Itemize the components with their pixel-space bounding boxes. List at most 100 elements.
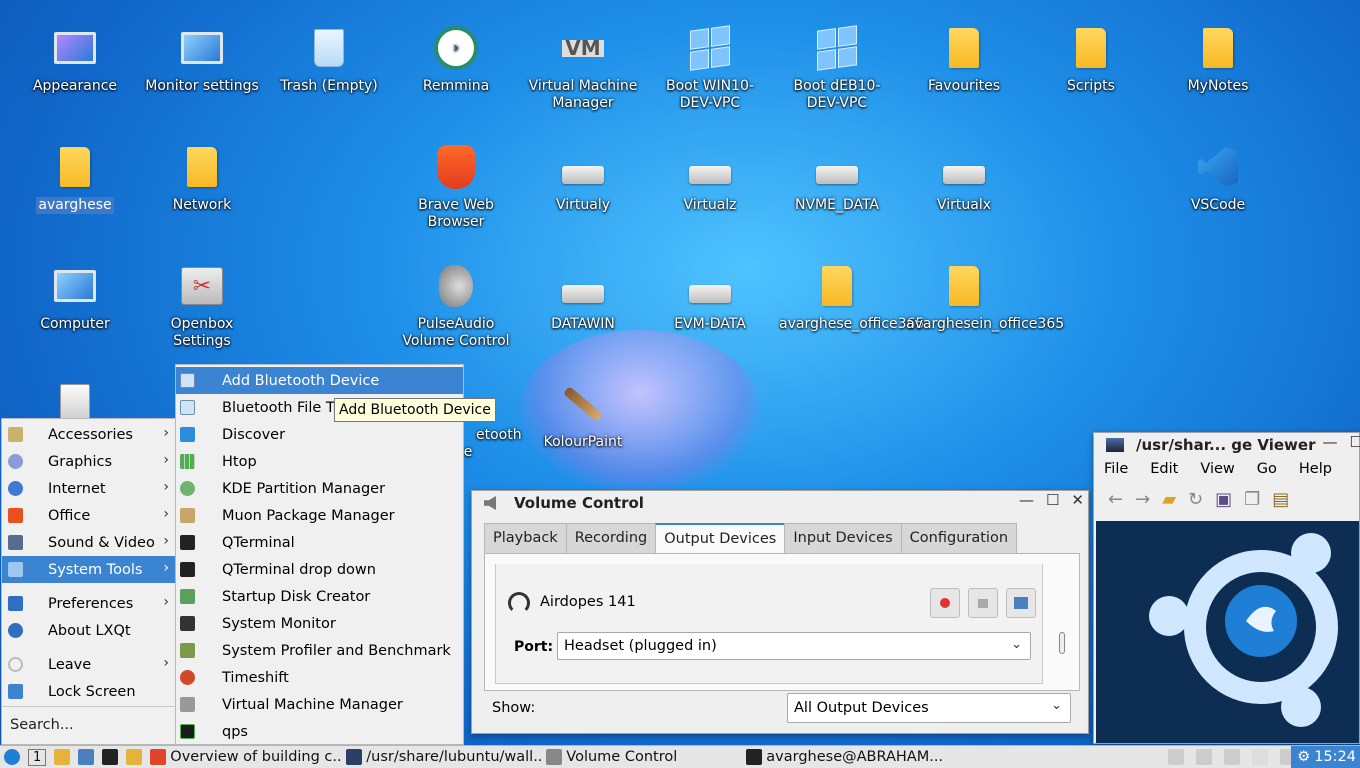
- desktop-icon-home[interactable]: avarghese: [15, 143, 135, 214]
- menu-office[interactable]: Office ›: [2, 502, 175, 529]
- menu-help[interactable]: Help: [1299, 461, 1332, 477]
- desktop-icon-boot-deb10[interactable]: Boot dEB10-DEV-VPC: [777, 24, 897, 112]
- task-brave[interactable]: Overview of building c...: [146, 746, 342, 768]
- tray-icon[interactable]: [1196, 749, 1212, 765]
- menu-lock-screen[interactable]: Lock Screen: [2, 678, 175, 705]
- menu-system-profiler[interactable]: System Profiler and Benchmark: [176, 637, 463, 664]
- menu-search-field[interactable]: Search...: [10, 717, 74, 733]
- menu-internet[interactable]: Internet ›: [2, 475, 175, 502]
- clipboard-icon[interactable]: [1252, 749, 1268, 765]
- minimize-icon[interactable]: —: [1019, 491, 1034, 509]
- power-icon: [8, 657, 23, 672]
- menu-add-bluetooth-device[interactable]: Add Bluetooth Device: [176, 367, 463, 394]
- desktop-switcher[interactable]: 1: [24, 746, 50, 768]
- menu-about-lxqt[interactable]: About LXQt: [2, 617, 175, 644]
- maximize-icon[interactable]: ☐: [1046, 491, 1059, 509]
- desktop-icon-evm-data[interactable]: EVM-DATA: [650, 262, 770, 333]
- show-select[interactable]: All Output Devices ⌄: [787, 693, 1071, 723]
- desktop-icon-pulseaudio[interactable]: PulseAudio Volume Control: [396, 262, 516, 350]
- menu-accessories[interactable]: Accessories ›: [2, 421, 175, 448]
- desktop-icon-scripts[interactable]: Scripts: [1031, 24, 1151, 95]
- scrollbar-handle[interactable]: [1059, 632, 1065, 654]
- copy-icon[interactable]: ❐: [1244, 489, 1260, 510]
- forward-arrow-icon[interactable]: →: [1135, 489, 1150, 510]
- menu-leave[interactable]: Leave ›: [2, 651, 175, 678]
- paintbrush-icon: [559, 380, 607, 428]
- task-terminal[interactable]: avarghese@ABRAHAM...: [742, 746, 942, 768]
- menu-htop[interactable]: Htop: [176, 448, 463, 475]
- port-select[interactable]: Headset (plugged in) ⌄: [557, 632, 1031, 660]
- desktop-icon-remmina[interactable]: › Remmina: [396, 24, 516, 95]
- menu-qterminal[interactable]: QTerminal: [176, 529, 463, 556]
- menu-qps[interactable]: qps: [176, 718, 463, 745]
- quicklaunch-terminal[interactable]: [98, 746, 122, 768]
- menu-edit[interactable]: Edit: [1150, 461, 1178, 477]
- tab-input-devices[interactable]: Input Devices: [784, 523, 902, 554]
- tab-playback[interactable]: Playback: [484, 523, 567, 554]
- minimize-icon[interactable]: —: [1323, 433, 1338, 451]
- mute-button[interactable]: [930, 588, 960, 618]
- desktop-icon-monitor-settings[interactable]: Monitor settings: [142, 24, 262, 95]
- desktop-icon-kolourpaint[interactable]: KolourPaint: [523, 380, 643, 451]
- desktop-icon-virtualz[interactable]: Virtualz: [650, 143, 770, 214]
- desktop-icon-network[interactable]: Network: [142, 143, 262, 214]
- desktop-icon-appearance[interactable]: Appearance: [15, 24, 135, 95]
- menu-go[interactable]: Go: [1257, 461, 1277, 477]
- quicklaunch-folder[interactable]: [122, 746, 146, 768]
- desktop-icon-virt-manager[interactable]: VM Virtual Machine Manager: [523, 24, 643, 112]
- desktop-icon-office365-2[interactable]: avarghesein_office365: [904, 262, 1064, 333]
- tray-icon[interactable]: [1224, 749, 1240, 765]
- menu-graphics[interactable]: Graphics ›: [2, 448, 175, 475]
- menu-preferences[interactable]: Preferences ›: [2, 590, 175, 617]
- task-image-viewer[interactable]: /usr/share/lubuntu/wall...: [342, 746, 542, 768]
- set-default-button[interactable]: [1006, 588, 1036, 618]
- maximize-icon[interactable]: ☐: [1350, 433, 1360, 451]
- menu-view[interactable]: View: [1200, 461, 1234, 477]
- tab-recording[interactable]: Recording: [565, 523, 657, 554]
- desktop-icon-datawin[interactable]: DATAWIN: [523, 262, 643, 333]
- close-icon[interactable]: ✕: [1071, 491, 1084, 509]
- start-menu-button[interactable]: [0, 746, 24, 768]
- terminal-icon: [180, 535, 195, 550]
- menu-sound-video[interactable]: Sound & Video ›: [2, 529, 175, 556]
- menu-startup-disk-creator[interactable]: Startup Disk Creator: [176, 583, 463, 610]
- desktop-icon-brave[interactable]: Brave Web Browser: [396, 143, 516, 231]
- tray-icon[interactable]: [1168, 749, 1184, 765]
- menu-system-tools[interactable]: System Tools ›: [2, 556, 175, 583]
- quicklaunch-files[interactable]: [50, 746, 74, 768]
- lock-channels-button[interactable]: [968, 588, 998, 618]
- desktop-icon-mynotes[interactable]: MyNotes: [1158, 24, 1278, 95]
- menu-discover[interactable]: Discover: [176, 421, 463, 448]
- desktop-icon-vscode[interactable]: VSCode: [1158, 143, 1278, 214]
- tab-configuration[interactable]: Configuration: [900, 523, 1018, 554]
- menu-file[interactable]: File: [1104, 461, 1128, 477]
- desktop-icon-computer[interactable]: Computer: [15, 262, 135, 333]
- paste-icon[interactable]: ▤: [1272, 489, 1289, 510]
- quicklaunch-editor[interactable]: [74, 746, 98, 768]
- menu-kde-partition-manager[interactable]: KDE Partition Manager: [176, 475, 463, 502]
- desktop-icon-virtualx[interactable]: Virtualx: [904, 143, 1024, 214]
- desktop-icon-trash[interactable]: Trash (Empty): [269, 24, 389, 95]
- menu-system-monitor[interactable]: System Monitor: [176, 610, 463, 637]
- menu-virtual-machine-manager[interactable]: Virtual Machine Manager: [176, 691, 463, 718]
- reload-icon[interactable]: ↻: [1188, 489, 1203, 510]
- tab-output-devices[interactable]: Output Devices: [655, 523, 786, 554]
- desktop-icon-openbox[interactable]: ✂ Openbox Settings: [142, 262, 262, 350]
- desktop-icon-nvme-data[interactable]: NVME_DATA: [777, 143, 897, 214]
- desktop-icon-virtualy[interactable]: Virtualy: [523, 143, 643, 214]
- desktop-icon-boot-win10[interactable]: Boot WIN10-DEV-VPC: [650, 24, 770, 112]
- menu-qterminal-dropdown[interactable]: QTerminal drop down: [176, 556, 463, 583]
- vscode-icon: [1194, 143, 1242, 191]
- folder-icon: [1067, 24, 1115, 72]
- desktop-icon-office365[interactable]: avarghese_office365: [777, 262, 924, 333]
- drive-icon: [686, 143, 734, 191]
- menu-muon-package-manager[interactable]: Muon Package Manager: [176, 502, 463, 529]
- back-arrow-icon[interactable]: ←: [1108, 489, 1123, 510]
- task-volume-control[interactable]: Volume Control: [542, 746, 742, 768]
- clock[interactable]: ⚙ 15:24: [1291, 746, 1360, 768]
- menu-timeshift[interactable]: Timeshift: [176, 664, 463, 691]
- save-icon[interactable]: ▣: [1215, 489, 1232, 510]
- bluetooth-device-icon: [180, 373, 195, 388]
- desktop-icon-favourites[interactable]: Favourites: [904, 24, 1024, 95]
- open-folder-icon[interactable]: ▰: [1162, 489, 1176, 510]
